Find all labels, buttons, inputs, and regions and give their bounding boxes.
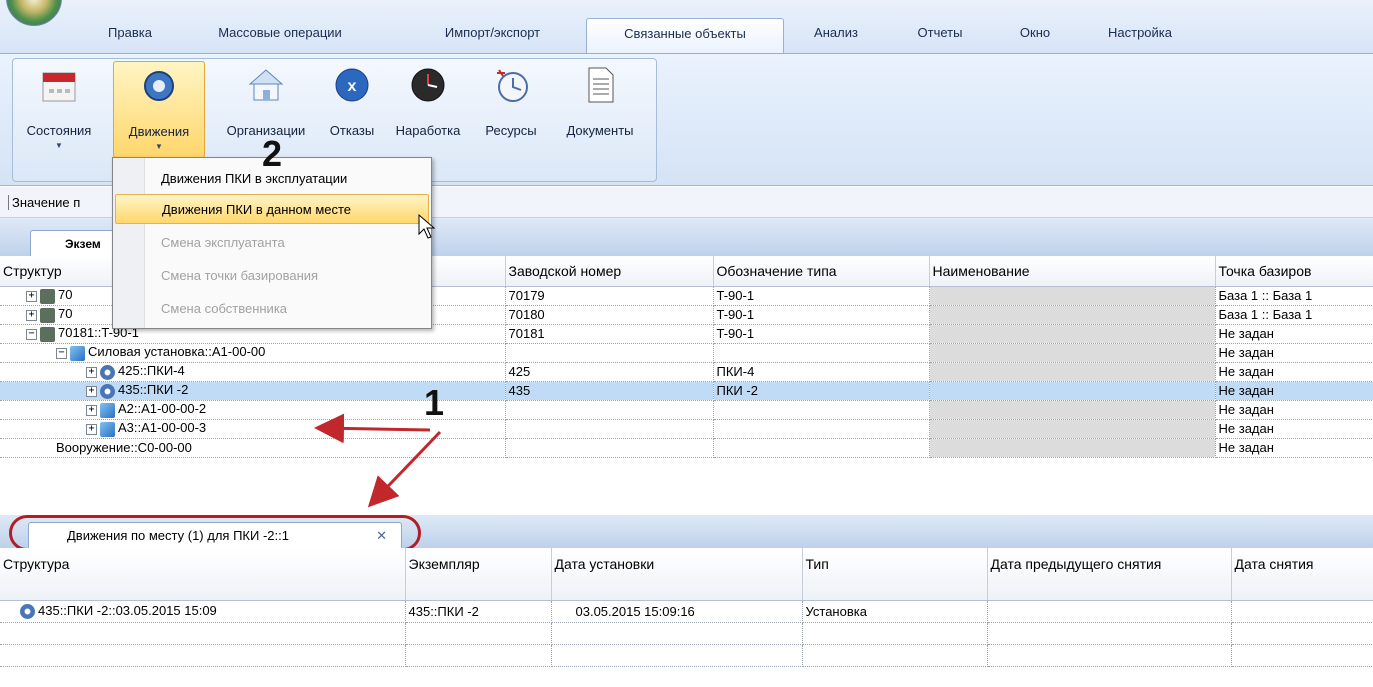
tab-settings[interactable]: Настройка bbox=[1085, 20, 1195, 46]
column-header-prev-removal[interactable]: Дата предыдущего снятия bbox=[987, 548, 1232, 601]
gears-icon bbox=[20, 604, 35, 620]
expand-icon[interactable]: + bbox=[26, 309, 37, 321]
resources-button[interactable]: Ресурсы bbox=[471, 61, 551, 158]
gear-icon bbox=[144, 71, 174, 101]
table-row[interactable]: Вооружение::С0-00-00 Не задан bbox=[0, 438, 1373, 458]
cube-icon bbox=[100, 402, 115, 418]
expand-icon[interactable]: + bbox=[86, 423, 97, 435]
tab-reports[interactable]: Отчеты bbox=[900, 20, 980, 46]
states-button[interactable]: Состояния ▼ bbox=[17, 61, 101, 158]
column-header-type[interactable]: Обозначение типа bbox=[713, 256, 930, 287]
expand-icon[interactable]: + bbox=[26, 290, 37, 302]
column-header-base[interactable]: Точка базиров bbox=[1215, 256, 1373, 287]
annotation-1: 1 bbox=[424, 382, 445, 423]
tab-import-export[interactable]: Импорт/экспорт bbox=[405, 20, 580, 46]
table-row[interactable]: + А3::А1-00-00-3 Не задан bbox=[0, 419, 1373, 439]
table-row-empty bbox=[0, 644, 1373, 667]
svg-text:x: x bbox=[348, 78, 357, 95]
menu-item-change-base: Смена точки базирования bbox=[161, 268, 319, 283]
column-header-instance[interactable]: Экземпляр bbox=[405, 548, 552, 601]
table-row-empty bbox=[0, 622, 1373, 645]
expand-icon[interactable]: + bbox=[86, 385, 97, 397]
column-header-name[interactable]: Наименование bbox=[929, 256, 1216, 287]
menu-item-change-operator: Смена эксплуатанта bbox=[161, 235, 285, 250]
collapse-icon[interactable]: − bbox=[26, 328, 37, 340]
highlight-oval bbox=[9, 515, 421, 551]
calendar-icon bbox=[42, 72, 76, 102]
app-menu-button[interactable] bbox=[6, 0, 62, 26]
operating-time-button[interactable]: Наработка bbox=[385, 61, 471, 158]
failures-button[interactable]: x Отказы bbox=[321, 61, 383, 158]
vehicle-icon bbox=[40, 288, 55, 304]
clock-icon bbox=[411, 68, 445, 102]
dropdown-arrow-icon: ▼ bbox=[155, 142, 163, 151]
movements-dropdown-menu: Движения ПКИ в эксплуатации Движения ПКИ… bbox=[112, 157, 432, 329]
house-icon bbox=[248, 69, 284, 101]
column-header-type[interactable]: Тип bbox=[802, 548, 988, 601]
tab-window[interactable]: Окно bbox=[1000, 20, 1070, 46]
menu-item-change-owner: Смена собственника bbox=[161, 301, 288, 316]
table-row[interactable]: 435::ПКИ -2::03.05.2015 15:09 435::ПКИ -… bbox=[0, 600, 1373, 623]
column-header-structure[interactable]: Структура bbox=[0, 548, 406, 601]
vehicle-icon bbox=[40, 307, 55, 323]
vehicle-icon bbox=[40, 326, 55, 342]
cube-icon bbox=[100, 421, 115, 437]
table-row[interactable]: + А2::А1-00-00-2 Не задан bbox=[0, 400, 1373, 420]
expand-icon[interactable]: + bbox=[86, 366, 97, 378]
table-row[interactable]: +425::ПКИ-4 425 ПКИ-4 Не задан bbox=[0, 362, 1373, 382]
movements-button[interactable]: Движения ▼ bbox=[113, 61, 205, 158]
failure-x-icon: x bbox=[335, 68, 369, 102]
tab-related-objects[interactable]: Связанные объекты bbox=[586, 18, 784, 54]
tab-analysis[interactable]: Анализ bbox=[796, 20, 876, 46]
table-row[interactable]: − Силовая установка::А1-00-00 Не задан bbox=[0, 343, 1373, 363]
documents-button[interactable]: Документы bbox=[551, 61, 649, 158]
table-row-selected[interactable]: +435::ПКИ -2 435 ПКИ -2 Не задан bbox=[0, 381, 1373, 401]
ribbon-tab-bar: Правка Массовые операции Импорт/экспорт … bbox=[0, 0, 1373, 54]
tab-bulk-operations[interactable]: Массовые операции bbox=[194, 20, 366, 46]
gear-icon bbox=[100, 364, 115, 380]
movements-grid: Структура Экземпляр Дата установки Тип Д… bbox=[0, 548, 1373, 667]
gear-icon bbox=[100, 383, 115, 399]
collapse-icon[interactable]: − bbox=[56, 347, 67, 359]
annotation-2: 2 bbox=[262, 133, 283, 174]
document-icon bbox=[588, 67, 614, 103]
expand-icon[interactable]: + bbox=[86, 404, 97, 416]
column-header-serial[interactable]: Заводской номер bbox=[505, 256, 714, 287]
mouse-cursor-icon bbox=[418, 214, 436, 239]
tab-edit[interactable]: Правка bbox=[88, 20, 172, 46]
dropdown-arrow-icon: ▼ bbox=[55, 141, 63, 150]
column-header-removal[interactable]: Дата снятия bbox=[1231, 548, 1373, 601]
column-header-install-date[interactable]: Дата установки bbox=[551, 548, 803, 601]
resources-clock-icon bbox=[497, 69, 528, 102]
menu-item-movements-in-place[interactable]: Движения ПКИ в данном месте bbox=[115, 194, 429, 224]
cube-icon bbox=[70, 345, 85, 361]
